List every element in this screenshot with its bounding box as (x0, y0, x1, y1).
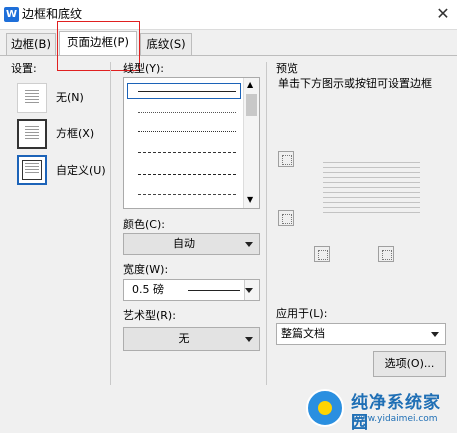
line-style-dash-dot[interactable] (138, 194, 236, 195)
chevron-down-icon (245, 337, 253, 342)
width-dropdown[interactable]: 0.5 磅 (123, 279, 260, 301)
chevron-down-icon (245, 288, 253, 293)
options-button[interactable]: 选项(O)... (373, 351, 446, 377)
preview-page[interactable] (323, 162, 420, 217)
chevron-down-icon (431, 332, 439, 337)
border-left-button[interactable] (314, 246, 330, 262)
setting-box-label[interactable]: 方框(X) (56, 127, 94, 141)
preview-label: 预览 (276, 62, 298, 75)
preview-hint: 单击下方图示或按钮可设置边框 (278, 77, 432, 90)
watermark-url: www.yidaimei.com (353, 414, 438, 424)
apply-to-dropdown[interactable]: 整篇文档 (276, 323, 446, 345)
width-label: 宽度(W): (123, 263, 169, 276)
setting-custom-icon[interactable] (17, 155, 47, 185)
close-icon[interactable]: ✕ (432, 3, 454, 25)
watermark-title: 纯净系统家园 (351, 393, 441, 433)
scroll-up-icon[interactable]: ▲ (247, 81, 253, 89)
art-dropdown[interactable]: 无 (123, 327, 260, 351)
line-style-label: 线型(Y): (123, 62, 165, 75)
apply-to-value: 整篇文档 (281, 327, 325, 340)
width-line-sample (188, 290, 240, 291)
line-style-dotted-fine[interactable] (138, 112, 236, 113)
setting-none-icon[interactable] (17, 83, 47, 113)
divider (110, 62, 111, 385)
setting-box-icon[interactable] (17, 119, 47, 149)
color-dropdown[interactable]: 自动 (123, 233, 260, 255)
wps-writer-icon: W (4, 7, 19, 22)
page-lines-icon (25, 90, 39, 105)
apply-to-label: 应用于(L): (276, 307, 328, 320)
color-label: 颜色(C): (123, 218, 165, 231)
tab-borders[interactable]: 边框(B) (6, 33, 56, 56)
line-style-dashed[interactable] (138, 174, 236, 175)
setting-none-label[interactable]: 无(N) (56, 91, 84, 105)
border-bottom-button[interactable] (278, 210, 294, 226)
border-top-button[interactable] (278, 151, 294, 167)
chevron-down-icon (245, 242, 253, 247)
page-lines-icon (25, 126, 39, 141)
line-style-dashed-short[interactable] (138, 152, 236, 153)
line-style-solid[interactable] (138, 91, 236, 92)
tab-shading[interactable]: 底纹(S) (140, 33, 192, 56)
scroll-down-icon[interactable]: ▼ (247, 196, 253, 204)
line-style-list[interactable]: ▲ ▼ (123, 77, 260, 209)
art-value: 无 (178, 332, 190, 345)
scroll-thumb[interactable] (246, 94, 257, 116)
line-style-scrollbar[interactable]: ▲ ▼ (243, 78, 259, 208)
dialog-title: 边框和底纹 (22, 7, 83, 21)
color-value: 自动 (173, 237, 195, 250)
line-style-dotted[interactable] (138, 131, 236, 132)
setting-custom-label[interactable]: 自定义(U) (56, 164, 106, 178)
divider (266, 62, 267, 385)
art-label: 艺术型(R): (123, 309, 176, 322)
page-lines-icon (25, 163, 39, 175)
logo-center (318, 401, 332, 415)
width-value: 0.5 磅 (132, 283, 164, 296)
site-logo (306, 389, 344, 427)
border-right-button[interactable] (378, 246, 394, 262)
settings-label: 设置: (11, 62, 37, 75)
